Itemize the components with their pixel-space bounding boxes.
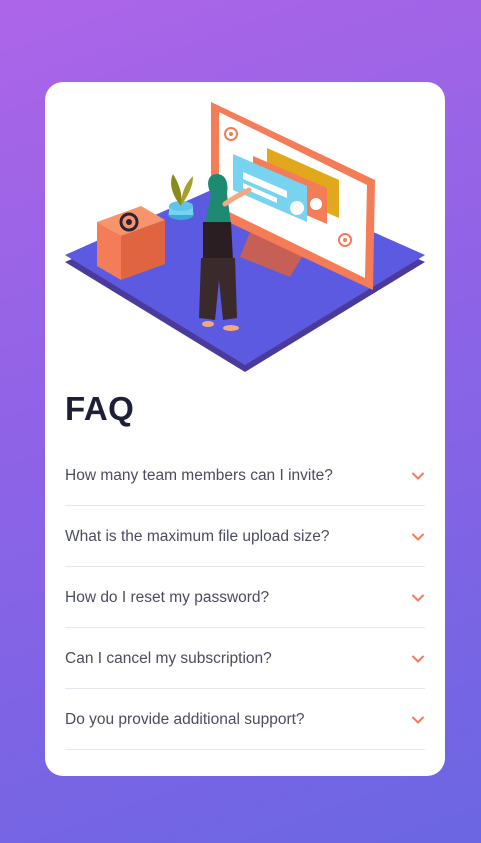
page-title: FAQ xyxy=(65,390,135,427)
faq-item[interactable]: How do I reset my password? xyxy=(65,568,425,628)
chevron-down-icon[interactable] xyxy=(411,713,425,727)
faq-item[interactable]: How many team members can I invite? xyxy=(65,446,425,506)
faq-question: How do I reset my password? xyxy=(65,588,270,606)
faq-item[interactable]: What is the maximum file upload size? xyxy=(65,507,425,567)
faq-question: How many team members can I invite? xyxy=(65,466,333,484)
faq-question: What is the maximum file upload size? xyxy=(65,527,330,545)
chevron-down-icon[interactable] xyxy=(411,591,425,605)
chevron-down-icon[interactable] xyxy=(411,530,425,544)
faq-item[interactable]: Can I cancel my subscription? xyxy=(65,629,425,689)
faq-list: How many team members can I invite? What… xyxy=(65,446,425,751)
chevron-down-icon[interactable] xyxy=(411,652,425,666)
chevron-down-icon[interactable] xyxy=(411,469,425,483)
faq-card: FAQ How many team members can I invite? … xyxy=(45,82,445,776)
faq-question: Do you provide additional support? xyxy=(65,710,305,728)
faq-item[interactable]: Do you provide additional support? xyxy=(65,690,425,750)
faq-question: Can I cancel my subscription? xyxy=(65,649,272,667)
plant xyxy=(168,174,194,220)
hero-illustration xyxy=(65,102,425,372)
